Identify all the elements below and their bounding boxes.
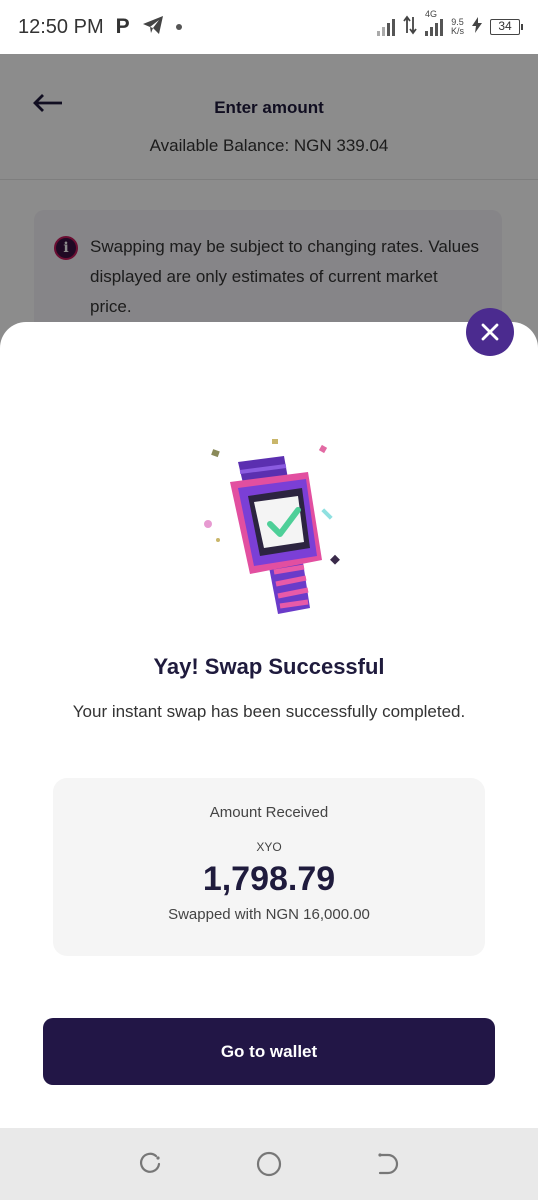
home-icon	[256, 1151, 282, 1177]
recent-apps-icon	[139, 1152, 160, 1173]
go-to-wallet-button[interactable]: Go to wallet	[43, 1018, 495, 1085]
status-bar: 12:50 PM P 4G 9.5 K/s 34	[0, 0, 538, 54]
parking-app-icon: P	[115, 15, 130, 38]
back-icon	[378, 1153, 399, 1175]
close-button[interactable]	[466, 308, 514, 356]
status-time: 12:50 PM	[18, 15, 104, 38]
data-transfer-icon	[403, 15, 417, 40]
swap-success-sheet: Yay! Swap Successful Your instant swap h…	[0, 322, 538, 1128]
signal-2-icon: 4G	[424, 10, 443, 36]
signal-1-icon	[376, 18, 395, 36]
swapped-with: Swapped with NGN 16,000.00	[168, 906, 370, 923]
notification-dot-icon	[175, 24, 182, 30]
network-type: 4G	[424, 9, 437, 19]
amount-received-label: Amount Received	[209, 804, 329, 821]
success-subtitle: Your instant swap has been successfully …	[72, 702, 466, 721]
amount-received-card: Amount Received XYO 1,798.79 Swapped wit…	[53, 778, 485, 956]
net-speed: 9.5 K/s	[451, 18, 464, 36]
back-button[interactable]	[373, 1149, 403, 1179]
status-left: 12:50 PM P	[18, 15, 182, 40]
home-button[interactable]	[254, 1149, 284, 1179]
net-speed-unit: K/s	[450, 26, 464, 36]
status-right: 4G 9.5 K/s 34	[376, 10, 523, 40]
telegram-icon	[142, 15, 164, 40]
success-title: Yay! Swap Successful	[153, 654, 385, 679]
received-currency: XYO	[256, 840, 282, 854]
success-illustration	[190, 432, 350, 622]
close-icon	[481, 323, 499, 341]
received-amount: 1,798.79	[202, 860, 336, 898]
recent-apps-button[interactable]	[135, 1149, 165, 1179]
system-nav-bar	[0, 1128, 538, 1200]
charging-icon	[472, 16, 482, 38]
battery-icon: 34	[490, 19, 523, 35]
